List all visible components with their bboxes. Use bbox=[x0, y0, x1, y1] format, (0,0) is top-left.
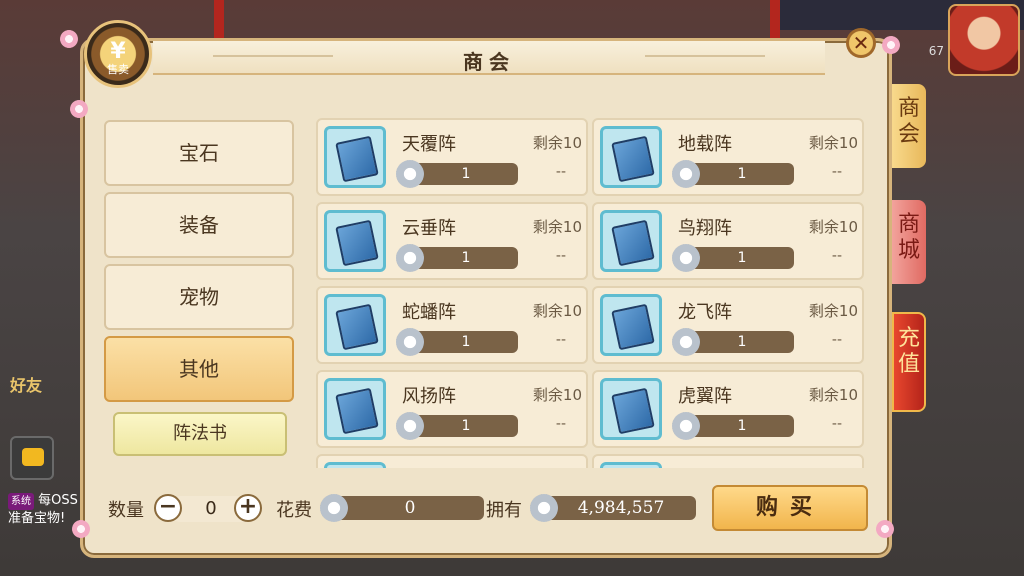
red-pillar bbox=[770, 0, 780, 40]
player-avatar[interactable] bbox=[948, 4, 1020, 76]
item-price: 1 bbox=[690, 331, 794, 353]
silver-coin-icon bbox=[672, 328, 700, 356]
item-card[interactable]: 龙飞阵 剩余10 1 -- bbox=[592, 286, 864, 364]
tab-chamber-of-commerce[interactable]: 商会 bbox=[892, 84, 926, 168]
item-card[interactable]: 风扬阵 剩余10 1 -- bbox=[316, 370, 588, 448]
player-level: 67 bbox=[928, 44, 944, 58]
silver-coin-icon bbox=[672, 412, 700, 440]
book-icon bbox=[324, 126, 386, 188]
silver-coin-icon bbox=[672, 244, 700, 272]
item-price: 1 bbox=[414, 163, 518, 185]
item-price: 1 bbox=[414, 415, 518, 437]
item-stock: -- bbox=[831, 248, 842, 264]
item-remaining: 剩余10 bbox=[532, 386, 582, 404]
book-icon bbox=[600, 294, 662, 356]
item-name: 蛇蟠阵 bbox=[402, 302, 456, 323]
item-card[interactable]: 虎翼阵 剩余10 1 -- bbox=[592, 370, 864, 448]
close-button[interactable]: ✕ bbox=[846, 28, 876, 58]
item-name: 龙飞阵 bbox=[678, 302, 732, 323]
item-stock: -- bbox=[831, 164, 842, 180]
owned-label: 拥有 bbox=[486, 500, 522, 521]
item-price: 1 bbox=[414, 331, 518, 353]
item-remaining: 剩余10 bbox=[808, 134, 858, 152]
item-stock: -- bbox=[831, 416, 842, 432]
item-grid: 天覆阵 剩余10 1 -- 地载阵 剩余10 1 -- 云垂阵 剩余10 1 -… bbox=[316, 118, 868, 468]
chat-tag: 系统 bbox=[8, 493, 34, 510]
subcategory-formation-books[interactable]: 阵法书 bbox=[113, 412, 287, 456]
category-other[interactable]: 其他 bbox=[104, 336, 294, 402]
book-icon bbox=[600, 378, 662, 440]
item-price: 1 bbox=[690, 415, 794, 437]
item-stock: -- bbox=[555, 416, 566, 432]
item-remaining: 剩余10 bbox=[532, 134, 582, 152]
book-icon bbox=[324, 378, 386, 440]
category-equipment[interactable]: 装备 bbox=[104, 192, 294, 258]
book-icon bbox=[600, 126, 662, 188]
item-card-partial[interactable] bbox=[316, 454, 588, 468]
title-decoration bbox=[645, 55, 765, 59]
friend-button[interactable]: 好友 bbox=[10, 372, 66, 412]
silver-coin-icon bbox=[672, 160, 700, 188]
book-icon bbox=[324, 294, 386, 356]
silver-coin-icon bbox=[320, 494, 348, 522]
item-remaining: 剩余10 bbox=[532, 302, 582, 320]
plus-button[interactable]: + bbox=[234, 494, 262, 522]
item-name: 地载阵 bbox=[678, 134, 732, 155]
item-name: 天覆阵 bbox=[402, 134, 456, 155]
tab-recharge[interactable]: 充值 bbox=[892, 312, 926, 412]
flower-decoration-icon bbox=[72, 520, 90, 538]
flower-decoration-icon bbox=[60, 30, 78, 48]
item-card[interactable]: 鸟翔阵 剩余10 1 -- bbox=[592, 202, 864, 280]
quantity-value[interactable]: 0 bbox=[196, 498, 226, 519]
minus-button[interactable]: − bbox=[154, 494, 182, 522]
flower-decoration-icon bbox=[70, 100, 88, 118]
cost-label: 花费 bbox=[276, 500, 312, 521]
item-stock: -- bbox=[555, 164, 566, 180]
item-remaining: 剩余10 bbox=[808, 302, 858, 320]
red-pillar bbox=[214, 0, 224, 40]
item-card[interactable]: 蛇蟠阵 剩余10 1 -- bbox=[316, 286, 588, 364]
item-remaining: 剩余10 bbox=[808, 218, 858, 236]
item-card[interactable]: 云垂阵 剩余10 1 -- bbox=[316, 202, 588, 280]
item-price: 1 bbox=[414, 247, 518, 269]
silver-coin-icon bbox=[396, 244, 424, 272]
buy-button[interactable]: 购买 bbox=[712, 485, 868, 531]
item-stock: -- bbox=[555, 332, 566, 348]
item-name: 风扬阵 bbox=[402, 386, 456, 407]
quantity-label: 数量 bbox=[108, 500, 144, 521]
title-bar: 商会 bbox=[153, 41, 825, 75]
category-gem[interactable]: 宝石 bbox=[104, 120, 294, 186]
item-remaining: 剩余10 bbox=[808, 386, 858, 404]
silver-coin-icon bbox=[396, 412, 424, 440]
cost-value: 0 bbox=[336, 496, 484, 520]
item-price: 1 bbox=[690, 163, 794, 185]
page-title: 商会 bbox=[463, 50, 515, 74]
flower-decoration-icon bbox=[876, 520, 894, 538]
emblem-label: 售卖 bbox=[107, 63, 129, 76]
flower-decoration-icon bbox=[882, 36, 900, 54]
item-stock: -- bbox=[555, 248, 566, 264]
item-card[interactable]: 天覆阵 剩余10 1 -- bbox=[316, 118, 588, 196]
item-name: 鸟翔阵 bbox=[678, 218, 732, 239]
item-stock: -- bbox=[831, 332, 842, 348]
item-card-partial[interactable] bbox=[592, 454, 864, 468]
silver-coin-icon bbox=[396, 160, 424, 188]
book-icon bbox=[324, 210, 386, 272]
book-icon bbox=[600, 462, 662, 468]
book-icon bbox=[600, 210, 662, 272]
silver-coin-icon bbox=[530, 494, 558, 522]
item-price: 1 bbox=[690, 247, 794, 269]
item-name: 云垂阵 bbox=[402, 218, 456, 239]
owned-value: 4,984,557 bbox=[546, 496, 696, 520]
item-remaining: 剩余10 bbox=[532, 218, 582, 236]
category-pet[interactable]: 宠物 bbox=[104, 264, 294, 330]
silver-coin-icon bbox=[396, 328, 424, 356]
chat-icon[interactable] bbox=[10, 436, 54, 480]
tab-mall[interactable]: 商城 bbox=[892, 200, 926, 284]
item-card[interactable]: 地载阵 剩余10 1 -- bbox=[592, 118, 864, 196]
book-icon bbox=[324, 462, 386, 468]
sell-emblem-icon: ¥ 售卖 bbox=[84, 20, 152, 88]
item-name: 虎翼阵 bbox=[678, 386, 732, 407]
